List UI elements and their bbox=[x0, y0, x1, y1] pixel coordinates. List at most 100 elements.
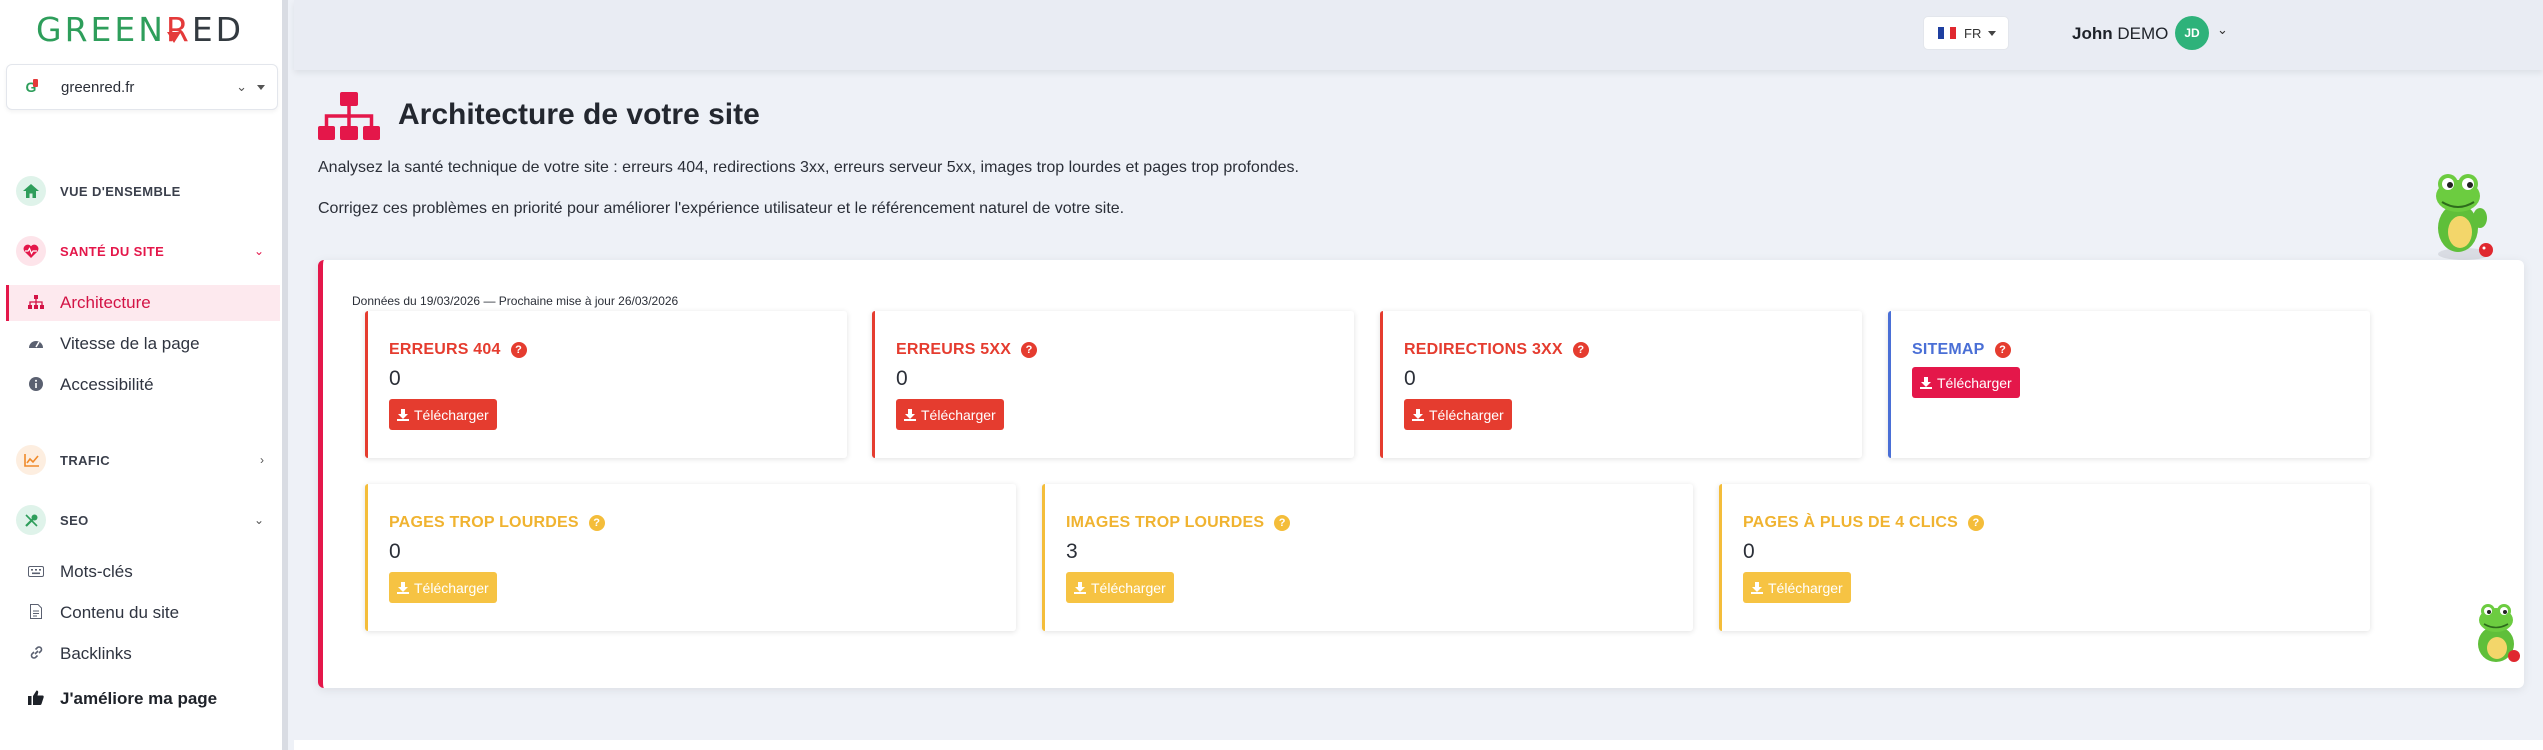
site-selector-value: greenred.fr bbox=[61, 78, 135, 96]
sidebar-item-accessibility[interactable]: Accessibilité bbox=[6, 367, 280, 403]
chevron-right-icon: › bbox=[260, 453, 264, 467]
card-value: 0 bbox=[389, 367, 401, 390]
greenred-logo[interactable]: GREEN R ED bbox=[36, 8, 244, 50]
card-title: IMAGES TROP LOURDES? bbox=[1066, 514, 1291, 532]
card-heavy-images: IMAGES TROP LOURDES? 3 Télécharger bbox=[1042, 484, 1693, 631]
page-description: Analysez la santé technique de votre sit… bbox=[318, 159, 1299, 176]
sidebar-section-label: SANTÉ DU SITE bbox=[60, 243, 165, 259]
sidebar-item-page-speed[interactable]: Vitesse de la page bbox=[6, 326, 280, 362]
sidebar: GREEN R ED G greenred.fr ⌄ VUE D'ENSEMBLE … bbox=[0, 0, 288, 750]
sidebar-section-traffic[interactable]: TRAFIC › bbox=[16, 444, 272, 476]
question-circle-icon[interactable]: ? bbox=[1994, 342, 2011, 358]
file-icon bbox=[26, 604, 46, 622]
chat-assistant-frog-icon[interactable] bbox=[2470, 600, 2526, 666]
sidebar-item-backlinks[interactable]: Backlinks bbox=[6, 636, 280, 672]
question-circle-icon[interactable]: ? bbox=[1021, 342, 1038, 358]
download-button-label: Télécharger bbox=[414, 406, 489, 423]
sidebar-item-label: Vitesse de la page bbox=[60, 334, 200, 353]
user-last-name: DEMO bbox=[2117, 24, 2169, 43]
card-title: ERREURS 5XX? bbox=[896, 341, 1038, 359]
card-value: 0 bbox=[389, 540, 401, 563]
download-button-label: Télécharger bbox=[1768, 579, 1843, 596]
thumbs-up-icon bbox=[26, 690, 46, 708]
sidebar-item-label: Accessibilité bbox=[60, 375, 154, 394]
card-title-text: ERREURS 404 bbox=[389, 341, 501, 358]
download-button[interactable]: Télécharger bbox=[389, 572, 497, 603]
site-selector[interactable]: G greenred.fr ⌄ bbox=[6, 64, 278, 110]
download-icon bbox=[1074, 581, 1086, 594]
card-title-text: PAGES TROP LOURDES bbox=[389, 514, 579, 531]
sidebar-section-label: SEO bbox=[60, 512, 89, 528]
logo-text-post: ED bbox=[191, 9, 245, 49]
sidebar-section-seo[interactable]: SEO ⌄ bbox=[16, 504, 272, 536]
chart-line-icon bbox=[16, 445, 46, 475]
logo-text-pre: GREEN bbox=[36, 9, 166, 49]
logo-arrow-icon bbox=[167, 32, 181, 43]
avatar[interactable]: JD bbox=[2175, 16, 2209, 50]
question-circle-icon[interactable]: ? bbox=[510, 342, 527, 358]
keyboard-icon bbox=[26, 564, 46, 580]
chevron-down-icon[interactable]: ⌄ bbox=[2217, 22, 2228, 38]
card-404-errors: ERREURS 404? 0 Télécharger bbox=[365, 311, 847, 458]
download-button[interactable]: Télécharger bbox=[896, 399, 1004, 430]
card-title: REDIRECTIONS 3XX? bbox=[1404, 341, 1589, 359]
sidebar-section-overview[interactable]: VUE D'ENSEMBLE bbox=[16, 175, 272, 207]
home-icon bbox=[16, 176, 46, 206]
card-heavy-pages: PAGES TROP LOURDES? 0 Télécharger bbox=[365, 484, 1016, 631]
chevron-down-icon: ⌄ bbox=[253, 244, 264, 258]
sidebar-section-label: TRAFIC bbox=[60, 452, 111, 468]
page-description-secondary: Corrigez ces problèmes en priorité pour … bbox=[318, 200, 1125, 217]
link-icon bbox=[26, 645, 46, 663]
card-deep-pages: PAGES À PLUS DE 4 CLICS? 0 Télécharger bbox=[1719, 484, 2370, 631]
question-circle-icon[interactable]: ? bbox=[588, 515, 605, 531]
card-title-text: ERREURS 5XX bbox=[896, 341, 1012, 358]
card-3xx-redirects: REDIRECTIONS 3XX? 0 Télécharger bbox=[1380, 311, 1862, 458]
tools-icon bbox=[16, 505, 46, 535]
download-button[interactable]: Télécharger bbox=[1066, 572, 1174, 603]
card-value: 3 bbox=[1066, 540, 1078, 563]
card-title: ERREURS 404? bbox=[389, 341, 527, 359]
card-value: 0 bbox=[1743, 540, 1755, 563]
download-button-label: Télécharger bbox=[1091, 579, 1166, 596]
card-title: PAGES À PLUS DE 4 CLICS? bbox=[1743, 514, 1985, 532]
user-menu-name[interactable]: John DEMO bbox=[2072, 24, 2168, 44]
info-icon bbox=[26, 376, 46, 394]
language-value: FR bbox=[1964, 25, 1982, 41]
sidebar-item-improve-my-page[interactable]: J'améliore ma page bbox=[6, 681, 280, 717]
question-circle-icon[interactable]: ? bbox=[1968, 515, 1985, 531]
download-icon bbox=[904, 408, 916, 421]
download-icon bbox=[1920, 376, 1932, 389]
card-title-text: REDIRECTIONS 3XX bbox=[1404, 341, 1563, 358]
card-sitemap: SITEMAP? Télécharger bbox=[1888, 311, 2370, 458]
sidebar-item-label: J'améliore ma page bbox=[60, 689, 218, 708]
language-selector[interactable]: FR bbox=[1923, 16, 2009, 50]
download-button[interactable]: Télécharger bbox=[389, 399, 497, 430]
sidebar-item-label: Architecture bbox=[60, 293, 151, 312]
download-button[interactable]: Télécharger bbox=[1404, 399, 1512, 430]
sidebar-item-architecture[interactable]: Architecture bbox=[6, 285, 280, 321]
caret-down-icon bbox=[257, 85, 265, 90]
download-button-label: Télécharger bbox=[1429, 406, 1504, 423]
sidebar-item-keywords[interactable]: Mots-clés bbox=[6, 554, 280, 590]
sidebar-item-site-content[interactable]: Contenu du site bbox=[6, 595, 280, 631]
card-title-text: SITEMAP bbox=[1912, 341, 1985, 358]
download-button[interactable]: Télécharger bbox=[1743, 572, 1851, 603]
download-button[interactable]: Télécharger bbox=[1912, 367, 2020, 398]
card-value: 0 bbox=[1404, 367, 1416, 390]
sidebar-section-site-health[interactable]: SANTÉ DU SITE ⌄ bbox=[16, 235, 272, 267]
card-title: PAGES TROP LOURDES? bbox=[389, 514, 605, 532]
heartbeat-icon bbox=[16, 236, 46, 266]
frog-mascot-icon bbox=[2418, 170, 2508, 262]
download-button-label: Télécharger bbox=[1937, 374, 2012, 391]
sidebar-item-label: Contenu du site bbox=[60, 603, 180, 622]
download-button-label: Télécharger bbox=[414, 579, 489, 596]
sidebar-section-label: VUE D'ENSEMBLE bbox=[60, 183, 181, 199]
download-icon bbox=[397, 581, 409, 594]
footer-strip bbox=[294, 740, 2543, 750]
question-circle-icon[interactable]: ? bbox=[1572, 342, 1589, 358]
sitemap-icon bbox=[26, 294, 46, 312]
user-first-name: John bbox=[2072, 24, 2113, 43]
card-value: 0 bbox=[896, 367, 908, 390]
card-title: SITEMAP? bbox=[1912, 341, 2011, 359]
question-circle-icon[interactable]: ? bbox=[1274, 515, 1291, 531]
